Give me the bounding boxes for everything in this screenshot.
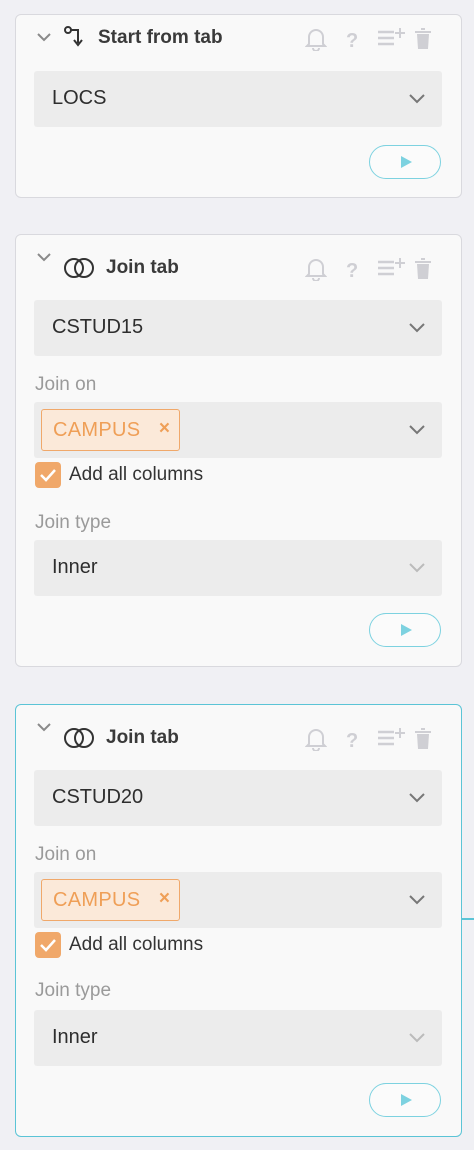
run-button[interactable]	[369, 613, 441, 647]
step-card-join-active: Join tab ? CSTUD20 Join on CAMPUS × Add …	[15, 704, 462, 1137]
svg-text:?: ?	[346, 260, 358, 281]
checkmark-icon	[40, 469, 56, 482]
add-note-icon[interactable]	[371, 727, 407, 751]
table-select[interactable]: CSTUD20	[34, 770, 442, 826]
add-all-columns-label: Add all columns	[69, 464, 204, 485]
join-column-chip: CAMPUS ×	[41, 879, 180, 921]
step-title: Join tab	[106, 727, 179, 748]
connector-line	[462, 918, 474, 920]
help-icon[interactable]: ?	[335, 27, 371, 51]
step-actions: ?	[299, 727, 443, 751]
svg-text:?: ?	[346, 730, 358, 751]
table-select[interactable]: CSTUD15	[34, 300, 442, 356]
chip-label: CAMPUS	[53, 889, 141, 911]
chip-label: CAMPUS	[53, 419, 141, 441]
venn-join-icon	[64, 258, 94, 278]
join-type-value: Inner	[52, 1026, 98, 1048]
chevron-down-icon	[409, 425, 425, 435]
bell-icon[interactable]	[299, 727, 335, 751]
add-all-columns-checkbox[interactable]	[35, 462, 61, 488]
join-type-select[interactable]: Inner	[34, 1010, 442, 1066]
run-button[interactable]	[369, 145, 441, 179]
chevron-down-icon[interactable]	[36, 249, 52, 265]
play-icon	[401, 156, 412, 168]
add-note-icon[interactable]	[371, 27, 407, 51]
chip-remove-icon[interactable]: ×	[159, 888, 170, 910]
join-on-select[interactable]: CAMPUS ×	[34, 402, 442, 458]
step-header: Join tab ?	[16, 235, 461, 285]
step-header: Start from tab ?	[16, 15, 461, 65]
chevron-down-icon[interactable]	[36, 29, 52, 45]
chevron-down-icon	[409, 895, 425, 905]
chevron-down-icon	[409, 94, 425, 104]
play-icon	[401, 1094, 412, 1106]
step-actions: ?	[299, 257, 443, 281]
svg-text:?: ?	[346, 30, 358, 51]
bell-icon[interactable]	[299, 27, 335, 51]
chevron-down-icon	[409, 323, 425, 333]
help-icon[interactable]: ?	[335, 727, 371, 751]
step-header: Join tab ?	[16, 705, 461, 755]
chevron-down-icon	[409, 1033, 425, 1043]
chevron-down-icon	[409, 793, 425, 803]
add-all-columns-label: Add all columns	[69, 934, 204, 955]
join-on-label: Join on	[35, 374, 97, 395]
chip-remove-icon[interactable]: ×	[159, 418, 170, 440]
help-icon[interactable]: ?	[335, 257, 371, 281]
join-on-select[interactable]: CAMPUS ×	[34, 872, 442, 928]
branch-arrow-icon	[64, 26, 83, 47]
trash-icon[interactable]	[407, 27, 443, 51]
trash-icon[interactable]	[407, 727, 443, 751]
step-actions: ?	[299, 27, 443, 51]
table-select-value: CSTUD20	[52, 786, 144, 808]
table-select-value: LOCS	[52, 87, 107, 109]
join-type-label: Join type	[35, 512, 112, 533]
table-select[interactable]: LOCS	[34, 71, 442, 127]
step-title: Start from tab	[98, 27, 223, 48]
add-all-columns-checkbox[interactable]	[35, 932, 61, 958]
trash-icon[interactable]	[407, 257, 443, 281]
step-card-start: Start from tab ? LOCS	[15, 14, 462, 198]
step-title: Join tab	[106, 257, 179, 278]
run-button[interactable]	[369, 1083, 441, 1117]
join-column-chip: CAMPUS ×	[41, 409, 180, 451]
checkmark-icon	[40, 939, 56, 952]
bell-icon[interactable]	[299, 257, 335, 281]
chevron-down-icon	[409, 563, 425, 573]
venn-join-icon	[64, 728, 94, 748]
chevron-down-icon[interactable]	[36, 719, 52, 735]
play-icon	[401, 624, 412, 636]
step-card-join: Join tab ? CSTUD15 Join on CAMPUS × Add …	[15, 234, 462, 667]
table-select-value: CSTUD15	[52, 316, 144, 338]
join-type-select[interactable]: Inner	[34, 540, 442, 596]
join-on-label: Join on	[35, 844, 97, 865]
add-note-icon[interactable]	[371, 257, 407, 281]
join-type-label: Join type	[35, 980, 112, 1001]
join-type-value: Inner	[52, 556, 98, 578]
